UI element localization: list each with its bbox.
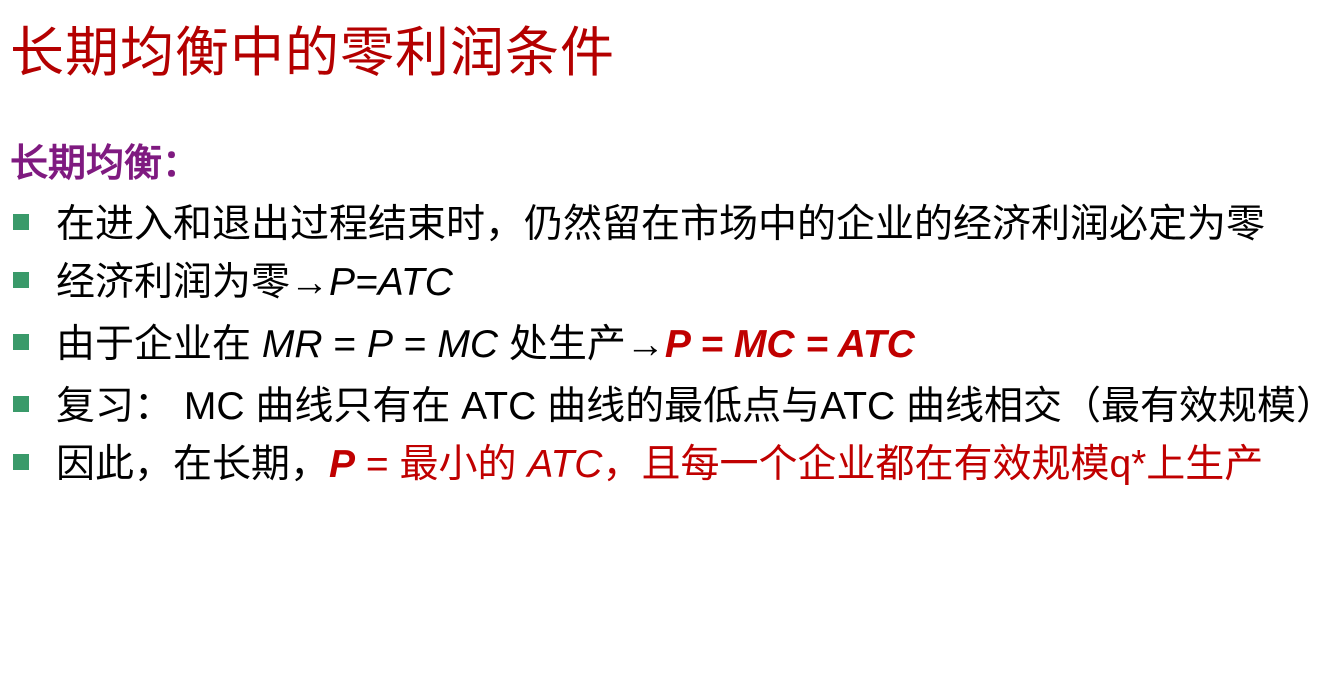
bullet-text: 由于企业在 (56, 323, 262, 366)
arrow-symbol: → (625, 323, 665, 366)
bullet-item-1: 在进入和退出过程结束时，仍然留在市场中的企业的经济利润必定为零 (0, 200, 1320, 250)
bullet-item-5: 因此，在长期，P = 最小的 ATC，且每一个企业都在有效规模q*上生产 (0, 440, 1320, 490)
bullet-text: 复习： MC 曲线只有在 ATC 曲线的最低点与ATC 曲线相交（最有效规模） (56, 385, 1336, 428)
bullet-marker (13, 334, 29, 350)
formula-text: P=ATC (329, 261, 453, 304)
bullet-list: 在进入和退出过程结束时，仍然留在市场中的企业的经济利润必定为零 经济利润为零→P… (0, 200, 1335, 502)
formula-mc: MC (437, 323, 499, 366)
formula-emphasis: P = MC = ATC (664, 323, 915, 366)
equals-sign: = (322, 323, 367, 366)
bullet-text-red: = 最小的 (355, 443, 528, 486)
bullet-item-4: 复习： MC 曲线只有在 ATC 曲线的最低点与ATC 曲线相交（最有效规模） (0, 382, 1335, 432)
bullet-marker (13, 272, 29, 288)
formula-atc: ATC (527, 443, 603, 486)
formula-p: P (366, 323, 393, 366)
arrow-symbol: → (290, 261, 330, 304)
bullet-text: 在进入和退出过程结束时，仍然留在市场中的企业的经济利润必定为零 (56, 203, 1266, 246)
bullet-text: 因此，在长期， (56, 443, 330, 486)
bullet-text-red: ，且每一个企业都在有效规模q*上生产 (602, 443, 1264, 486)
bullet-item-2: 经济利润为零→P=ATC (0, 258, 1320, 308)
formula-p: P (329, 443, 356, 486)
section-heading: 长期均衡： (10, 143, 201, 185)
slide-title: 长期均衡中的零利润条件 (10, 23, 615, 83)
bullet-item-3: 由于企业在 MR = P = MC 处生产→P = MC = ATC (0, 320, 1320, 370)
bullet-marker (13, 454, 29, 470)
equals-sign: = (392, 323, 438, 366)
bullet-marker (13, 396, 29, 412)
bullet-text: 处生产 (498, 323, 626, 366)
formula-mr: MR (261, 323, 323, 366)
bullet-text: 经济利润为零 (56, 261, 291, 304)
bullet-marker (13, 214, 29, 230)
